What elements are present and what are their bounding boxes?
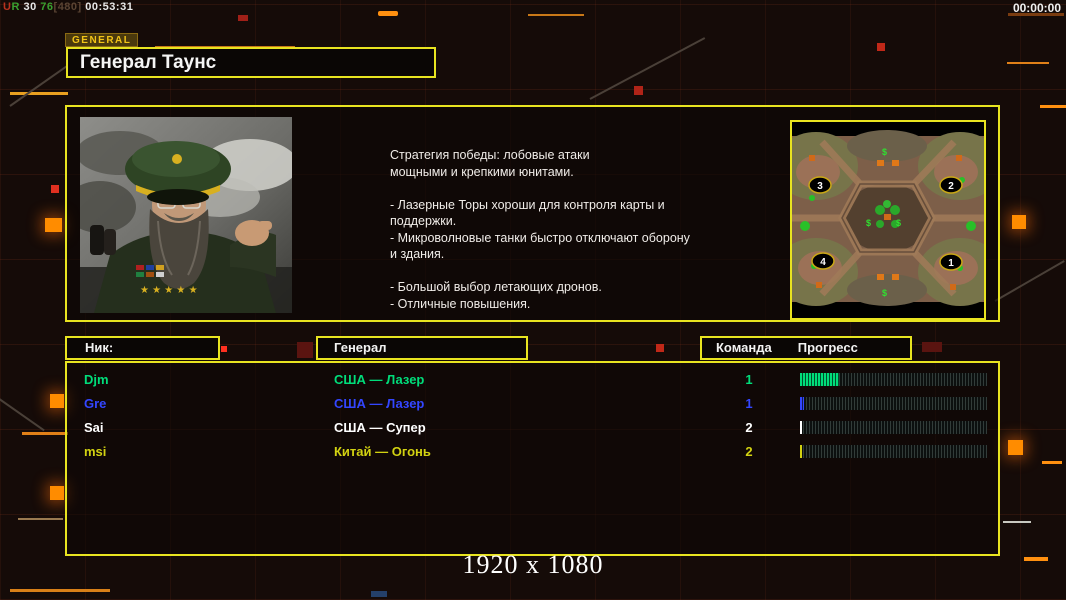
player-general: США — Лазер bbox=[334, 396, 425, 411]
player-progress-bar bbox=[800, 397, 987, 410]
circuit-diagonal bbox=[0, 395, 45, 432]
circuit-line bbox=[528, 14, 584, 16]
header-team-progress: Команда Прогресс bbox=[700, 336, 912, 360]
player-progress-fill bbox=[800, 373, 840, 386]
page-title: Генерал Таунс bbox=[66, 47, 436, 78]
debug-fps: 30 bbox=[23, 1, 37, 13]
player-row: Djm США — Лазер 1 bbox=[67, 368, 998, 392]
circuit-line bbox=[1007, 62, 1049, 64]
player-progress-bar bbox=[800, 445, 987, 458]
debug-clock: 00:53:31 bbox=[85, 1, 134, 13]
player-progress-fill bbox=[800, 397, 804, 410]
players-panel: Djm США — Лазер 1 Gre США — Лазер 1 Sai США — С… bbox=[65, 361, 1000, 556]
supply-icon: $ bbox=[896, 218, 901, 228]
player-nick: Gre bbox=[84, 396, 107, 411]
player-nick: Djm bbox=[84, 372, 109, 387]
player-team: 2 bbox=[745, 444, 753, 459]
player-team: 1 bbox=[745, 396, 753, 411]
player-nick: Sai bbox=[84, 420, 104, 435]
general-tab: GENERAL bbox=[65, 33, 139, 47]
circuit-square bbox=[634, 86, 643, 95]
supply-icon: $ bbox=[866, 218, 871, 228]
start-position-number: 2 bbox=[948, 181, 954, 192]
circuit-line bbox=[18, 518, 63, 520]
circuit-square bbox=[221, 346, 227, 352]
circuit-line bbox=[1040, 105, 1066, 108]
header-nick: Ник: bbox=[65, 336, 220, 360]
circuit-square bbox=[1012, 215, 1026, 229]
player-row: msi Китай — Огонь 2 bbox=[67, 440, 998, 464]
player-team: 2 bbox=[745, 420, 753, 435]
header-general: Генерал bbox=[316, 336, 528, 360]
circuit-line bbox=[10, 92, 68, 95]
portrait-image: ★ ★ ★ ★ ★ bbox=[64, 117, 298, 313]
player-row: Sai США — Супер 2 bbox=[67, 416, 998, 440]
header-progress: Прогресс bbox=[797, 340, 858, 355]
circuit-line bbox=[1042, 461, 1062, 464]
player-progress-bar bbox=[800, 421, 987, 434]
player-progress-fill bbox=[800, 445, 802, 458]
circuit-square bbox=[877, 43, 885, 51]
circuit-line bbox=[378, 11, 398, 16]
debug-r: R bbox=[11, 1, 20, 13]
debug-bracket: [480] bbox=[53, 1, 82, 13]
supply-icon: $ bbox=[882, 147, 887, 157]
strategy-text: Стратегия победы: лобовые атаки мощными … bbox=[390, 148, 690, 311]
start-position-number: 3 bbox=[817, 181, 823, 192]
circuit-square bbox=[656, 344, 664, 352]
debug-num: 76 bbox=[40, 1, 54, 13]
circuit-line bbox=[10, 589, 110, 592]
circuit-square bbox=[1008, 440, 1023, 455]
circuit-line bbox=[1024, 557, 1048, 561]
player-general: США — Лазер bbox=[334, 372, 425, 387]
player-rows: Djm США — Лазер 1 Gre США — Лазер 1 Sai США — С… bbox=[67, 368, 998, 464]
circuit-square bbox=[45, 218, 62, 232]
player-progress-bar bbox=[800, 373, 987, 386]
circuit-square bbox=[922, 342, 942, 352]
svg-text:★ ★ ★ ★ ★: ★ ★ ★ ★ ★ bbox=[140, 285, 198, 296]
map-start-position: 1 bbox=[939, 253, 963, 271]
player-progress-fill bbox=[800, 421, 802, 434]
circuit-diagonal bbox=[589, 37, 706, 100]
player-team: 1 bbox=[745, 372, 753, 387]
map-start-position: 2 bbox=[939, 176, 963, 194]
circuit-square bbox=[371, 591, 387, 597]
player-row: Gre США — Лазер 1 bbox=[67, 392, 998, 416]
map-start-position: 3 bbox=[808, 176, 832, 194]
header-team: Команда bbox=[716, 340, 772, 355]
supply-icon: $ bbox=[882, 288, 887, 298]
match-timer: 00:00:00 bbox=[1012, 1, 1061, 15]
circuit-line bbox=[22, 432, 68, 435]
start-position-number: 1 bbox=[948, 258, 954, 269]
circuit-square bbox=[51, 185, 59, 193]
start-position-number: 4 bbox=[820, 257, 826, 268]
general-info-panel: ★ ★ ★ ★ ★ Стратегия победы: лобовые атак… bbox=[64, 105, 1002, 322]
resolution-label: 1920 x 1080 bbox=[462, 550, 604, 579]
circuit-diagonal bbox=[994, 260, 1065, 302]
map-start-position: 4 bbox=[811, 252, 835, 270]
circuit-square bbox=[297, 342, 313, 358]
circuit-square bbox=[238, 15, 248, 21]
circuit-square bbox=[50, 394, 64, 408]
map-preview: $ $ $ $ 1 2 3 4 bbox=[774, 120, 1002, 320]
circuit-diagonal bbox=[9, 65, 68, 107]
map-image: $ $ $ $ 1 2 3 4 bbox=[774, 122, 1002, 318]
debug-readout: UR 30 76[480] 00:53:31 bbox=[3, 1, 133, 13]
general-portrait: ★ ★ ★ ★ ★ bbox=[64, 117, 298, 313]
player-general: Китай — Огонь bbox=[334, 444, 431, 459]
circuit-line bbox=[1003, 521, 1031, 523]
player-nick: msi bbox=[84, 444, 107, 459]
player-general: США — Супер bbox=[334, 420, 426, 435]
circuit-square bbox=[50, 486, 64, 500]
